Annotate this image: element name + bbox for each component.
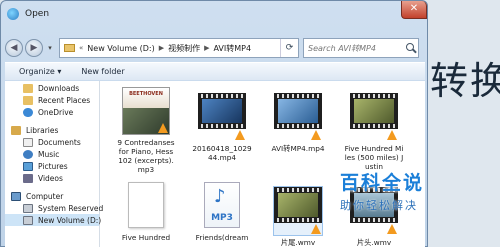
forward-button[interactable]: ▶: [25, 39, 43, 57]
refresh-icon[interactable]: ⟳: [280, 39, 298, 57]
vlc-icon: [311, 130, 321, 140]
nav-item-music[interactable]: Music: [5, 148, 99, 160]
breadcrumb-item[interactable]: AVI转MP4: [213, 43, 251, 54]
filmstrip-icon: [274, 93, 322, 129]
nav-item-onedrive[interactable]: OneDrive: [5, 106, 99, 118]
search-input[interactable]: Search AVI转MP4: [303, 38, 419, 58]
album-cover-thumbnail: BEETHOVEN: [122, 87, 170, 135]
file-item[interactable]: ♪ MP3 Friends(dream: [192, 181, 252, 242]
nav-item-system-reserved[interactable]: System Reserved: [5, 202, 103, 214]
app-icon: [7, 8, 19, 20]
breadcrumb-item[interactable]: New Volume (D:): [87, 44, 154, 53]
video-thumbnail: [273, 186, 323, 236]
audio-thumbnail: ♪ MP3: [198, 182, 246, 230]
recent-places-icon: [23, 95, 33, 105]
drive-icon: [23, 215, 33, 225]
file-name: 片头.wmv: [356, 238, 392, 247]
music-icon: [23, 149, 33, 159]
video-thumbnail: [350, 93, 398, 141]
mp3-file-label: MP3: [211, 213, 233, 223]
nav-item-libraries[interactable]: Libraries: [5, 124, 99, 136]
file-name: Five Hundred: [121, 233, 171, 242]
folder-icon: [64, 44, 75, 52]
new-folder-button[interactable]: New folder: [81, 67, 124, 76]
filmstrip-icon: [274, 187, 322, 223]
file-name: 20160418_102944.mp4: [192, 144, 252, 162]
file-list: BEETHOVEN 9 Contredanses for Piano, Hess…: [100, 81, 425, 247]
vlc-icon: [387, 130, 397, 140]
nav-item-documents[interactable]: Documents: [5, 136, 99, 148]
chevron-right-icon[interactable]: «: [79, 44, 83, 52]
recent-locations-dropdown[interactable]: ▾: [45, 44, 55, 52]
file-name: Friends(dream: [195, 233, 249, 242]
videos-icon: [23, 173, 33, 183]
file-item[interactable]: 20160418_102944.mp4: [192, 87, 252, 162]
computer-icon: [11, 191, 21, 201]
close-button[interactable]: ✕: [401, 1, 427, 19]
downloads-folder-icon: [23, 83, 33, 93]
file-name: Five Hundred Miles (500 miles) Justin: [344, 144, 404, 171]
organize-menu[interactable]: Organize ▾: [19, 67, 61, 76]
chevron-right-icon[interactable]: ▶: [204, 44, 209, 52]
back-button[interactable]: ◀: [5, 39, 23, 57]
address-bar: ◀ ▶ ▾ « New Volume (D:) ▶ 视频制作 ▶ AVI转MP4…: [5, 37, 425, 59]
file-name: 片尾.wmv: [280, 238, 316, 247]
document-thumbnail: [122, 182, 170, 230]
blank-page-icon: [128, 182, 164, 228]
breadcrumb[interactable]: « New Volume (D:) ▶ 视频制作 ▶ AVI转MP4 ⟳: [59, 38, 299, 58]
album-cover-title: BEETHOVEN: [123, 88, 169, 108]
mp3-file-icon: ♪ MP3: [204, 182, 240, 228]
nav-item-downloads[interactable]: Downloads: [5, 82, 99, 94]
video-thumbnail: [198, 93, 246, 141]
video-thumbnail: [274, 93, 322, 141]
file-item[interactable]: 片尾.wmv: [268, 181, 328, 247]
drive-icon: [23, 203, 33, 213]
pictures-icon: [23, 161, 33, 171]
title-bar: Open: [1, 1, 427, 27]
navigation-pane: Downloads Recent Places OneDrive Librari…: [5, 81, 103, 247]
file-item[interactable]: BEETHOVEN 9 Contredanses for Piano, Hess…: [116, 87, 176, 174]
vlc-icon: [311, 224, 321, 234]
libraries-icon: [11, 125, 21, 135]
nav-item-videos[interactable]: Videos: [5, 172, 99, 184]
watermark-logo: 百科全说: [340, 172, 425, 194]
nav-item-recent-places[interactable]: Recent Places: [5, 94, 99, 106]
vlc-icon: [387, 224, 397, 234]
command-bar: Organize ▾ New folder: [5, 62, 425, 80]
nav-item-pictures[interactable]: Pictures: [5, 160, 99, 172]
file-name: AVI转MP4.mp4: [271, 144, 325, 153]
filmstrip-icon: [350, 93, 398, 129]
watermark: 百科全说 助你轻松解决: [340, 168, 470, 213]
dialog-title: Open: [25, 9, 50, 19]
file-item[interactable]: Five Hundred: [116, 181, 176, 242]
file-item[interactable]: AVI转MP4.mp4: [268, 87, 328, 153]
breadcrumb-item[interactable]: 视频制作: [168, 43, 200, 54]
watermark-subtitle: 助你轻松解决: [340, 199, 418, 212]
nav-item-new-volume-d[interactable]: New Volume (D:): [5, 214, 101, 226]
chevron-right-icon[interactable]: ▶: [159, 44, 164, 52]
filmstrip-icon: [198, 93, 246, 129]
music-note-icon: ♪: [214, 186, 226, 207]
file-name: 9 Contredanses for Piano, Hess 102 (exce…: [117, 138, 175, 174]
vlc-icon: [235, 130, 245, 140]
documents-icon: [23, 137, 33, 147]
nav-item-computer[interactable]: Computer: [5, 190, 99, 202]
onedrive-cloud-icon: [23, 107, 33, 117]
background-heading: 转换: [430, 59, 500, 103]
search-placeholder[interactable]: Search AVI转MP4: [308, 43, 404, 54]
search-icon[interactable]: [404, 41, 418, 55]
dialog-body: Downloads Recent Places OneDrive Librari…: [5, 81, 425, 247]
file-item[interactable]: Five Hundred Miles (500 miles) Justin: [344, 87, 404, 171]
